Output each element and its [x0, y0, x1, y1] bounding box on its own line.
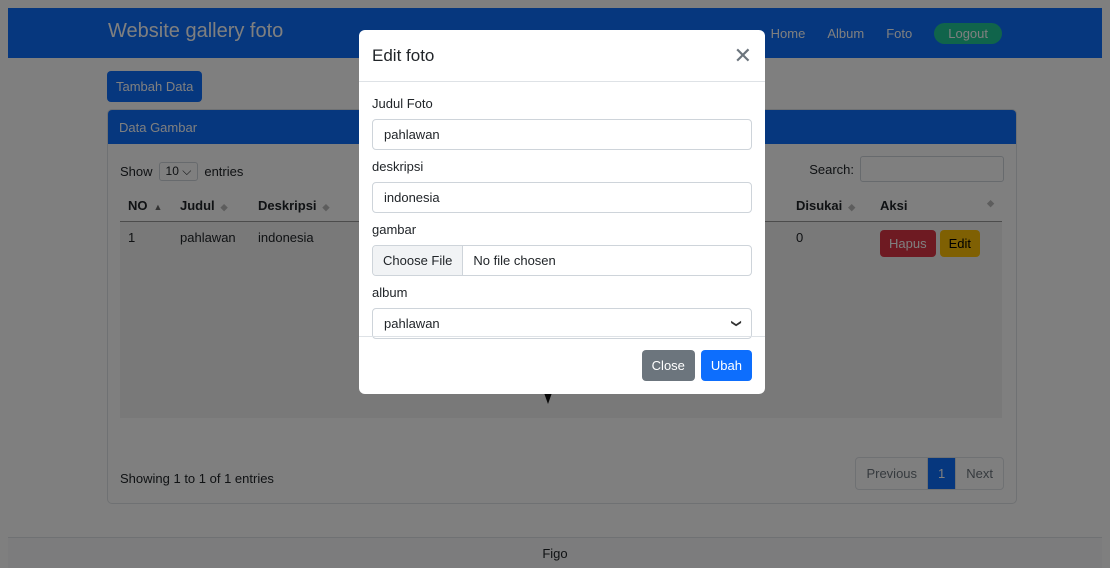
- close-icon[interactable]: ✕: [734, 44, 752, 67]
- modal-body: Judul Foto pahlawan deskripsi indonesia …: [359, 82, 765, 339]
- judul-label: Judul Foto: [372, 96, 433, 111]
- judul-input[interactable]: pahlawan: [372, 119, 752, 150]
- modal-title: Edit foto: [372, 45, 435, 65]
- modal-footer: Close Ubah: [359, 336, 765, 394]
- gambar-file-input[interactable]: Choose File No file chosen: [372, 245, 752, 276]
- album-value: pahlawan: [384, 316, 440, 331]
- chevron-down-icon: ❯: [730, 319, 742, 328]
- modal-header: Edit foto ✕: [359, 30, 765, 82]
- album-label: album: [372, 285, 408, 300]
- deskripsi-label: deskripsi: [372, 159, 424, 174]
- deskripsi-input[interactable]: indonesia: [372, 182, 752, 213]
- edit-foto-modal: Edit foto ✕ Judul Foto pahlawan deskrips…: [359, 30, 765, 394]
- ubah-button[interactable]: Ubah: [700, 350, 752, 381]
- file-status: No file chosen: [473, 253, 556, 268]
- album-select[interactable]: pahlawan ❯: [372, 308, 752, 339]
- choose-file-button[interactable]: Choose File: [373, 246, 464, 275]
- close-button[interactable]: Close: [641, 350, 695, 381]
- gambar-label: gambar: [372, 222, 417, 237]
